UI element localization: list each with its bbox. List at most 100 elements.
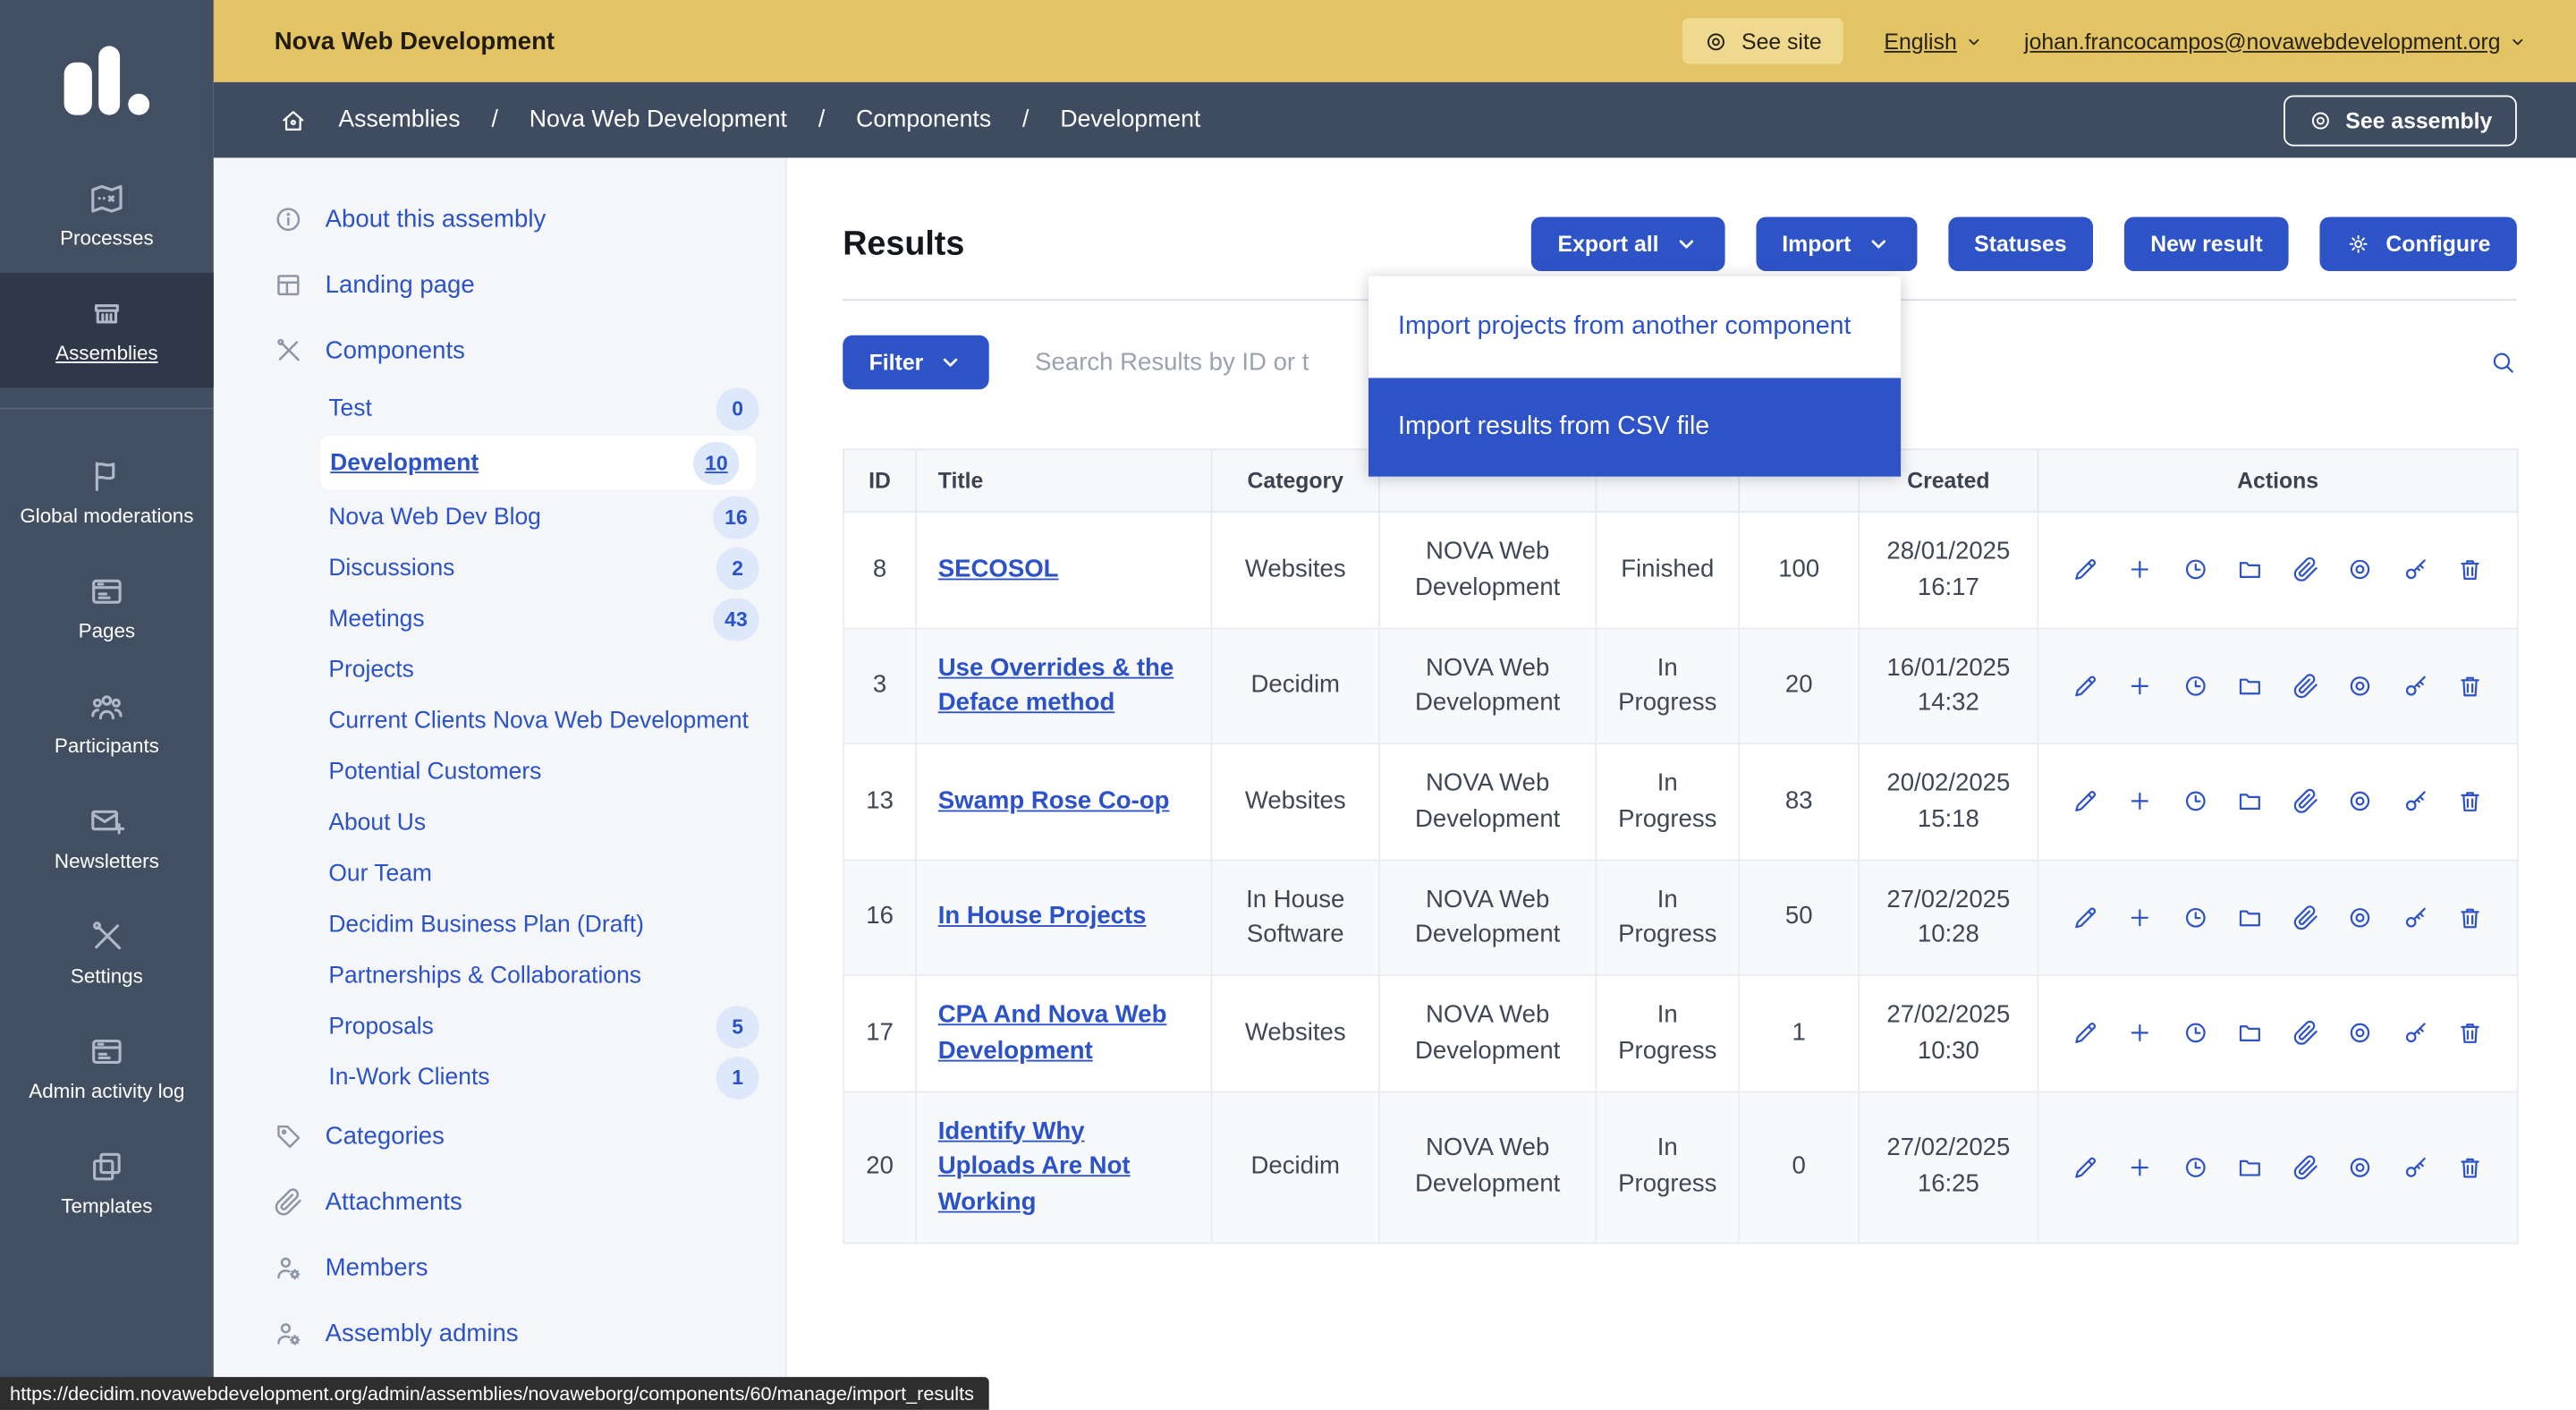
row-action-plus[interactable] xyxy=(2126,904,2154,931)
row-action-plus[interactable] xyxy=(2126,1019,2154,1047)
row-action-plus[interactable] xyxy=(2126,672,2154,700)
row-action-folder[interactable] xyxy=(2236,904,2264,931)
sidebar-item-admin-activity-log[interactable]: Admin activity log xyxy=(0,1011,214,1126)
assembly-nav-item-our-team[interactable]: Our Team xyxy=(214,848,785,899)
assembly-nav-item-about-us[interactable]: About Us xyxy=(214,797,785,848)
breadcrumb-item-nova-web-development[interactable]: Nova Web Development xyxy=(530,106,787,132)
breadcrumb-item-development[interactable]: Development xyxy=(1060,106,1200,132)
assembly-nav-item-current-clients-nova-web-development[interactable]: Current Clients Nova Web Development xyxy=(214,695,785,746)
row-action-folder[interactable] xyxy=(2236,787,2264,815)
row-action-clock[interactable] xyxy=(2182,904,2209,931)
sidebar-item-pages[interactable]: Pages xyxy=(0,550,214,666)
assembly-nav-item-members[interactable]: Members xyxy=(214,1234,785,1299)
assembly-nav-item-meetings[interactable]: Meetings43 xyxy=(214,593,785,644)
configure-button[interactable]: Configure xyxy=(2320,217,2517,271)
row-action-trash[interactable] xyxy=(2456,904,2484,931)
row-action-pencil[interactable] xyxy=(2072,1019,2099,1047)
export-all-button[interactable]: Export all xyxy=(1531,217,1724,271)
row-action-key[interactable] xyxy=(2402,672,2429,700)
result-title-link[interactable]: CPA And Nova Web Development xyxy=(938,1001,1167,1065)
row-action-clock[interactable] xyxy=(2182,672,2209,700)
assembly-nav-item-projects[interactable]: Projects xyxy=(214,644,785,695)
row-action-key[interactable] xyxy=(2402,1153,2429,1181)
assembly-nav-item-assembly-admins[interactable]: Assembly admins xyxy=(214,1300,785,1365)
row-action-folder[interactable] xyxy=(2236,556,2264,583)
see-assembly-button[interactable]: See assembly xyxy=(2283,95,2516,146)
assembly-nav-item-proposals[interactable]: Proposals5 xyxy=(214,1001,785,1052)
row-action-target[interactable] xyxy=(2346,1019,2374,1047)
row-action-paperclip[interactable] xyxy=(2292,787,2319,815)
assembly-nav-item-partnerships-collaborations[interactable]: Partnerships & Collaborations xyxy=(214,950,785,1001)
row-action-trash[interactable] xyxy=(2456,787,2484,815)
row-action-pencil[interactable] xyxy=(2072,556,2099,583)
sidebar-item-settings[interactable]: Settings xyxy=(0,896,214,1011)
row-action-trash[interactable] xyxy=(2456,672,2484,700)
row-action-pencil[interactable] xyxy=(2072,787,2099,815)
sidebar-item-participants[interactable]: Participants xyxy=(0,666,214,781)
dropdown-item-import-results-from-csv-file[interactable]: Import results from CSV file xyxy=(1368,378,1901,476)
result-title-link[interactable]: Identify Why Uploads Are Not Working xyxy=(938,1117,1131,1216)
sidebar-item-global-moderations[interactable]: Global moderations xyxy=(0,436,214,551)
row-action-key[interactable] xyxy=(2402,556,2429,583)
new-result-button[interactable]: New result xyxy=(2124,217,2289,271)
assembly-nav-item-discussions[interactable]: Discussions2 xyxy=(214,542,785,593)
dropdown-item-import-projects-from-another-component[interactable]: Import projects from another component xyxy=(1368,276,1901,378)
assembly-nav-item-development[interactable]: Development10 xyxy=(320,436,756,490)
row-action-key[interactable] xyxy=(2402,787,2429,815)
breadcrumb-item-assemblies[interactable]: Assemblies xyxy=(338,106,460,132)
assembly-nav-item-in-work-clients[interactable]: In-Work Clients1 xyxy=(214,1052,785,1103)
home-icon[interactable] xyxy=(279,106,307,133)
row-action-trash[interactable] xyxy=(2456,1153,2484,1181)
result-title-link[interactable]: Swamp Rose Co-op xyxy=(938,787,1170,815)
assembly-nav-item-nova-web-dev-blog[interactable]: Nova Web Dev Blog16 xyxy=(214,491,785,542)
row-action-pencil[interactable] xyxy=(2072,1153,2099,1181)
row-action-target[interactable] xyxy=(2346,904,2374,931)
row-action-clock[interactable] xyxy=(2182,787,2209,815)
row-action-target[interactable] xyxy=(2346,1153,2374,1181)
assembly-nav-item-test[interactable]: Test0 xyxy=(214,383,785,434)
sidebar-item-newsletters[interactable]: Newsletters xyxy=(0,780,214,896)
sidebar-item-assemblies[interactable]: Assemblies xyxy=(0,273,214,388)
row-action-plus[interactable] xyxy=(2126,556,2154,583)
row-action-clock[interactable] xyxy=(2182,1019,2209,1047)
row-action-folder[interactable] xyxy=(2236,1019,2264,1047)
sidebar-item-templates[interactable]: Templates xyxy=(0,1125,214,1241)
row-action-trash[interactable] xyxy=(2456,1019,2484,1047)
assembly-nav-item-decidim-business-plan-draft[interactable]: Decidim Business Plan (Draft) xyxy=(214,899,785,950)
user-menu[interactable]: johan.francocampos@novawebdevelopment.or… xyxy=(2024,29,2527,54)
filter-button[interactable]: Filter xyxy=(843,336,988,390)
assembly-nav-item-about-this-assembly[interactable]: About this assembly xyxy=(214,186,785,251)
assembly-nav-item-potential-customers[interactable]: Potential Customers xyxy=(214,746,785,797)
result-title-link[interactable]: Use Overrides & the Deface method xyxy=(938,653,1174,717)
row-action-clock[interactable] xyxy=(2182,556,2209,583)
row-action-clock[interactable] xyxy=(2182,1153,2209,1181)
row-action-paperclip[interactable] xyxy=(2292,1153,2319,1181)
row-action-pencil[interactable] xyxy=(2072,904,2099,931)
row-action-trash[interactable] xyxy=(2456,556,2484,583)
row-action-paperclip[interactable] xyxy=(2292,1019,2319,1047)
assembly-nav-item-attachments[interactable]: Attachments xyxy=(214,1168,785,1234)
row-action-folder[interactable] xyxy=(2236,1153,2264,1181)
breadcrumb-item-components[interactable]: Components xyxy=(856,106,991,132)
row-action-paperclip[interactable] xyxy=(2292,672,2319,700)
result-title-link[interactable]: SECOSOL xyxy=(938,556,1059,583)
row-action-pencil[interactable] xyxy=(2072,672,2099,700)
assembly-nav-item-components[interactable]: Components xyxy=(214,317,785,382)
row-action-target[interactable] xyxy=(2346,556,2374,583)
row-action-folder[interactable] xyxy=(2236,672,2264,700)
row-action-plus[interactable] xyxy=(2126,787,2154,815)
row-action-key[interactable] xyxy=(2402,1019,2429,1047)
see-site-button[interactable]: See site xyxy=(1682,18,1843,64)
row-action-paperclip[interactable] xyxy=(2292,556,2319,583)
sidebar-item-processes[interactable]: Processes xyxy=(0,157,214,273)
row-action-key[interactable] xyxy=(2402,904,2429,931)
row-action-target[interactable] xyxy=(2346,787,2374,815)
assembly-nav-item-landing-page[interactable]: Landing page xyxy=(214,251,785,317)
search-icon[interactable] xyxy=(2489,348,2517,376)
decidim-logo[interactable] xyxy=(0,0,214,157)
statuses-button[interactable]: Statuses xyxy=(1948,217,2093,271)
import-button[interactable]: Import xyxy=(1756,217,1917,271)
result-title-link[interactable]: In House Projects xyxy=(938,903,1147,930)
row-action-target[interactable] xyxy=(2346,672,2374,700)
assembly-nav-item-categories[interactable]: Categories xyxy=(214,1102,785,1168)
